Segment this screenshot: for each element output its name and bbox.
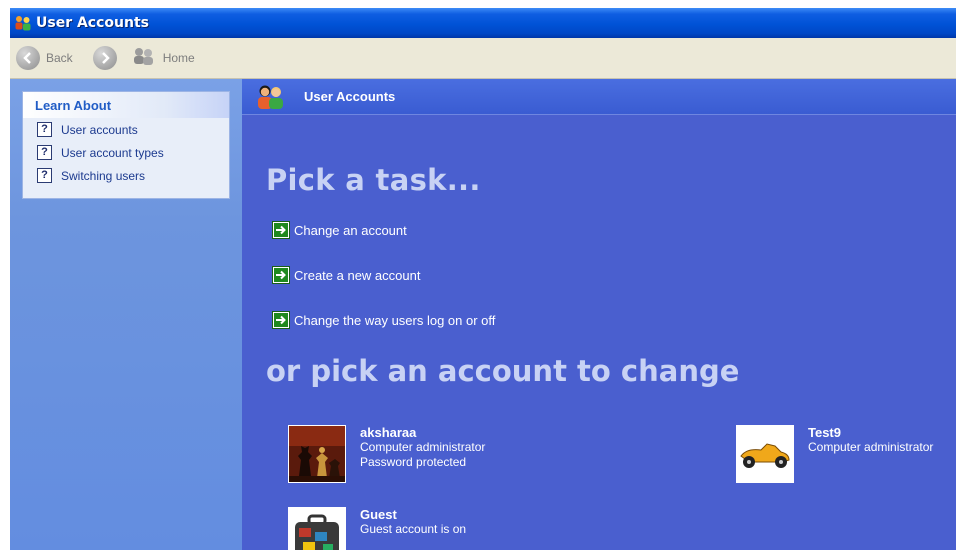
account-name: Guest — [360, 507, 397, 522]
sidebar-item-label: User accounts — [61, 122, 138, 137]
task-label: Change the way users log on or off — [294, 312, 496, 328]
help-question-icon: ? — [37, 145, 52, 160]
account-type: Computer administrator — [360, 440, 486, 454]
account-type: Computer administrator — [808, 440, 934, 454]
sidebar-item-label: User account types — [61, 145, 164, 160]
window-title: User Accounts — [36, 15, 149, 31]
account-info: Test9 Computer administrator — [808, 425, 933, 483]
learn-about-panel: Learn About ? User accounts ? User accou… — [22, 91, 230, 199]
create-account-link[interactable]: Create a new account — [272, 266, 420, 284]
sidebar-item-switching-users[interactable]: ? Switching users — [37, 164, 229, 187]
account-aksharaa[interactable]: aksharaa Computer administrator Password… — [288, 425, 485, 483]
pick-task-heading: Pick a task... — [266, 163, 481, 197]
green-arrow-icon — [272, 266, 290, 284]
task-label: Change an account — [294, 222, 407, 238]
learn-about-heading: Learn About — [23, 92, 229, 118]
help-question-icon: ? — [37, 168, 52, 183]
back-label: Back — [46, 51, 73, 65]
back-button[interactable]: Back — [16, 46, 73, 70]
pick-account-heading: or pick an account to change — [266, 354, 740, 388]
account-status: Password protected — [360, 455, 467, 469]
sidebar-item-label: Switching users — [61, 168, 146, 183]
help-question-icon: ? — [37, 122, 52, 137]
account-test9[interactable]: Test9 Computer administrator — [736, 425, 933, 483]
green-arrow-icon — [272, 311, 290, 329]
main-header-title: User Accounts — [304, 89, 396, 104]
suitcase-picture — [288, 507, 346, 550]
sidebar-item-user-accounts[interactable]: ? User accounts — [37, 118, 229, 141]
users-icon — [14, 14, 34, 32]
home-button[interactable]: Home — [131, 47, 195, 69]
main-header: User Accounts — [242, 79, 956, 115]
account-guest[interactable]: Guest Guest account is on — [288, 507, 466, 550]
forward-button[interactable] — [79, 46, 117, 70]
account-name: Test9 — [808, 425, 841, 440]
home-label: Home — [162, 51, 195, 65]
task-label: Create a new account — [294, 267, 421, 283]
green-arrow-icon — [272, 221, 290, 239]
forward-arrow-icon — [92, 46, 117, 70]
main-panel: User Accounts Pick a task... Change an a… — [242, 79, 956, 550]
account-info: Guest Guest account is on — [360, 507, 466, 550]
users-icon — [256, 84, 286, 110]
race-car-picture — [736, 425, 794, 483]
change-account-link[interactable]: Change an account — [272, 221, 407, 239]
chess-pieces-picture — [288, 425, 346, 483]
title-bar: User Accounts — [10, 8, 956, 38]
account-status: Guest account is on — [360, 522, 467, 536]
home-users-icon — [131, 47, 157, 69]
change-logon-link[interactable]: Change the way users log on or off — [272, 311, 495, 329]
sidebar-item-user-account-types[interactable]: ? User account types — [37, 141, 229, 164]
sidebar: Learn About ? User accounts ? User accou… — [10, 79, 242, 550]
account-info: aksharaa Computer administrator Password… — [360, 425, 485, 483]
account-name: aksharaa — [360, 425, 417, 440]
toolbar: Back Home — [10, 38, 956, 79]
back-arrow-icon — [16, 46, 40, 70]
